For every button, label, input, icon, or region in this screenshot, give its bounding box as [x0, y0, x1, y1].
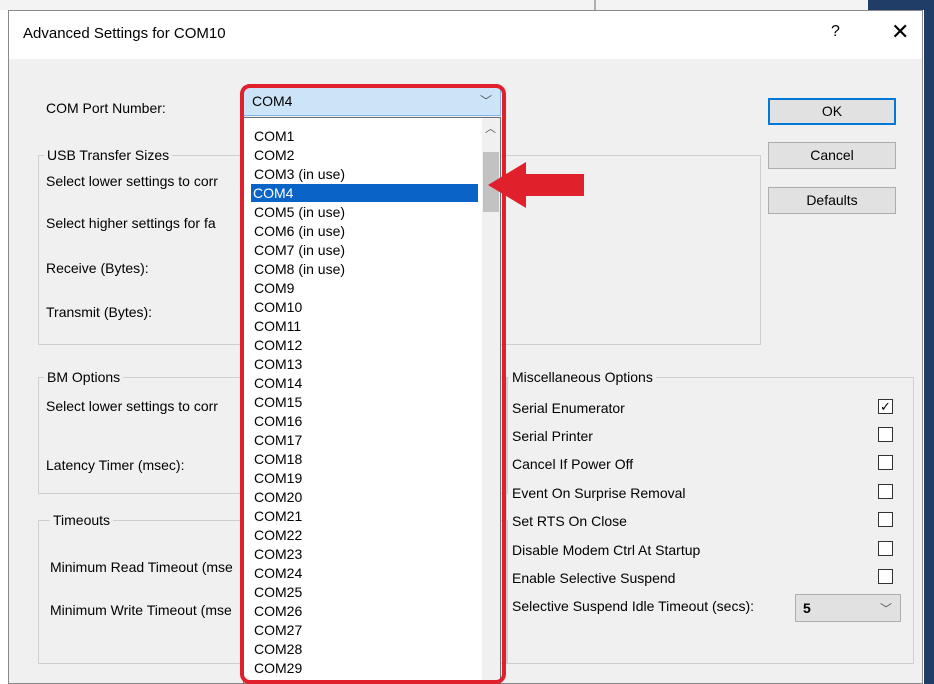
misc-option-label: Enable Selective Suspend: [512, 570, 676, 586]
chevron-down-icon: ﹀: [879, 602, 892, 616]
transmit-bytes-label: Transmit (Bytes):: [46, 304, 153, 320]
misc-option-label: Serial Enumerator: [512, 400, 625, 416]
misc-option-label: Disable Modem Ctrl At Startup: [512, 542, 701, 558]
cancel-button[interactable]: Cancel: [768, 142, 896, 169]
highlight-outline: [240, 84, 506, 684]
title-bar: Advanced Settings for COM10 ? ✕: [9, 11, 922, 59]
serial-printer-checkbox[interactable]: [878, 427, 893, 442]
close-button[interactable]: ✕: [891, 19, 909, 45]
latency-timer-label: Latency Timer (msec):: [46, 457, 185, 473]
disable-modem-ctrl-checkbox[interactable]: [878, 541, 893, 556]
defaults-button[interactable]: Defaults: [768, 187, 896, 214]
suspend-timeout-select[interactable]: 5 ﹀: [795, 594, 901, 622]
serial-enumerator-checkbox[interactable]: ✓: [878, 399, 893, 414]
com-port-label: COM Port Number:: [46, 100, 166, 116]
timeouts-title: Timeouts: [50, 512, 114, 528]
checkmark-icon: ✓: [880, 399, 891, 414]
min-write-timeout-label: Minimum Write Timeout (mse: [50, 602, 232, 618]
misc-option-label: Serial Printer: [512, 428, 593, 444]
usb-higher-settings-text: Select higher settings for fa: [46, 215, 216, 231]
background-divider: [594, 0, 596, 10]
dialog-title: Advanced Settings for COM10: [23, 25, 226, 42]
background-window-edge: [924, 10, 934, 684]
misc-option-label: Event On Surprise Removal: [512, 485, 686, 501]
receive-bytes-label: Receive (Bytes):: [46, 260, 149, 276]
misc-option-label: Set RTS On Close: [512, 513, 627, 529]
bm-options-title: BM Options: [44, 369, 124, 385]
event-on-surprise-removal-checkbox[interactable]: [878, 484, 893, 499]
misc-options-title: Miscellaneous Options: [509, 369, 656, 385]
cancel-if-power-off-checkbox[interactable]: [878, 455, 893, 470]
misc-option-label: Cancel If Power Off: [512, 456, 634, 472]
usb-lower-settings-text: Select lower settings to corr: [46, 173, 218, 189]
min-read-timeout-label: Minimum Read Timeout (mse: [50, 559, 233, 575]
ok-button[interactable]: OK: [768, 98, 896, 125]
usb-transfer-sizes-title: USB Transfer Sizes: [44, 147, 173, 163]
background-window-strip: [0, 0, 934, 10]
suspend-timeout-value: 5: [803, 600, 811, 616]
set-rts-on-close-checkbox[interactable]: [878, 512, 893, 527]
bm-lower-settings-text: Select lower settings to corr: [46, 398, 218, 414]
red-arrow-icon: [488, 162, 584, 208]
suspend-timeout-label: Selective Suspend Idle Timeout (secs):: [512, 598, 755, 614]
help-button[interactable]: ?: [831, 23, 840, 41]
enable-selective-suspend-checkbox[interactable]: [878, 569, 893, 584]
background-window-dark: [868, 0, 934, 10]
